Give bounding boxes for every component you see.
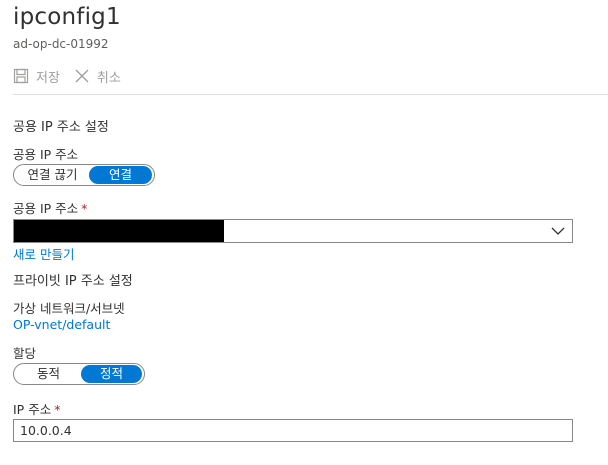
required-mark: * — [54, 402, 61, 417]
page-subtitle: ad-op-dc-01992 — [13, 37, 109, 51]
ip-address-input[interactable]: 10.0.0.4 — [13, 419, 573, 442]
toggle-option-disconnect[interactable]: 연결 끊기 — [16, 166, 89, 184]
vnet-link[interactable]: OP-vnet/default — [13, 317, 110, 332]
toolbar-divider — [13, 94, 608, 95]
vnet-label: 가상 네트워크/서브넷 — [13, 301, 125, 316]
toggle-option-static[interactable]: 정적 — [81, 365, 142, 383]
toggle-option-dynamic[interactable]: 동적 — [16, 365, 81, 383]
assignment-toggle[interactable]: 동적 정적 — [13, 363, 145, 385]
private-ip-section-title: 프라이빗 IP 주소 설정 — [13, 274, 133, 289]
public-ip-select-label: 공용 IP 주소 * — [13, 198, 87, 217]
redacted-value — [14, 220, 224, 242]
save-icon — [13, 68, 29, 84]
toggle-option-connect[interactable]: 연결 — [89, 166, 152, 184]
cancel-button[interactable]: 취소 — [74, 67, 121, 86]
public-ip-select[interactable] — [13, 219, 573, 243]
required-mark: * — [81, 201, 88, 216]
public-ip-section-title: 공용 IP 주소 설정 — [13, 120, 109, 135]
save-button[interactable]: 저장 — [13, 67, 60, 86]
public-ip-select-label-text: 공용 IP 주소 — [13, 201, 79, 216]
chevron-down-icon — [551, 227, 565, 235]
ip-address-label-text: IP 주소 — [13, 402, 52, 417]
cancel-label: 취소 — [96, 70, 121, 86]
public-ip-toggle[interactable]: 연결 끊기 연결 — [13, 164, 155, 186]
public-ip-toggle-label: 공용 IP 주소 — [13, 147, 79, 162]
page-title: ipconfig1 — [13, 4, 121, 30]
assignment-label: 할당 — [13, 346, 37, 361]
save-label: 저장 — [36, 70, 60, 86]
create-new-link[interactable]: 새로 만들기 — [13, 244, 74, 263]
ip-address-label: IP 주소 * — [13, 399, 60, 418]
close-icon — [75, 69, 89, 83]
toolbar: 저장 취소 — [13, 64, 135, 88]
